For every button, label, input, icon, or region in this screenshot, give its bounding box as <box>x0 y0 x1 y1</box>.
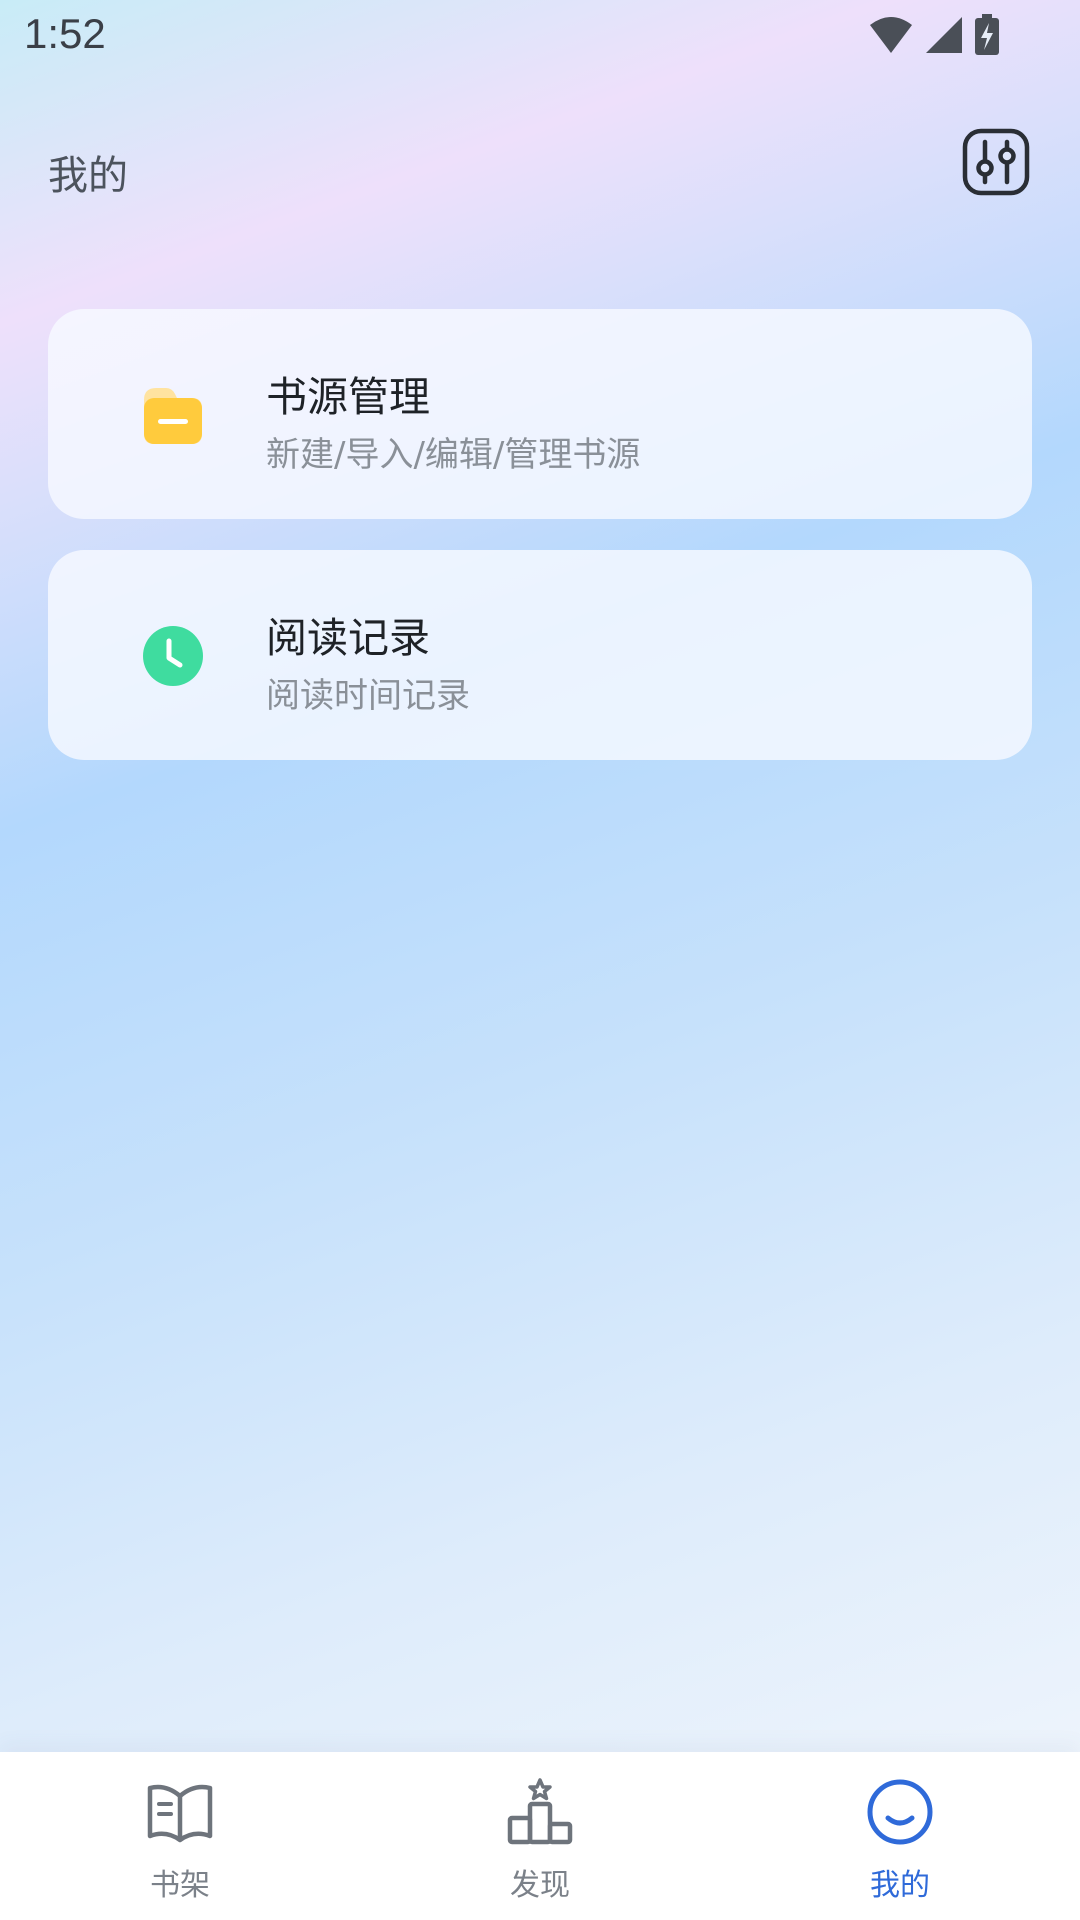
status-time: 1:52 <box>24 10 106 57</box>
folder-icon <box>142 384 204 446</box>
bottom-tab-bar: 书架 发现 我的 <box>0 1752 1080 1920</box>
card-title: 阅读记录 <box>266 614 430 662</box>
tab-label: 发现 <box>510 1868 570 1903</box>
status-bar: 1:52 <box>0 0 1080 74</box>
signal-icon <box>924 15 964 55</box>
tab-label: 书架 <box>150 1868 210 1903</box>
tab-discover[interactable]: 发现 <box>360 1752 720 1920</box>
page-header: 我的 <box>0 110 1080 230</box>
tab-mine[interactable]: 我的 <box>720 1752 1080 1920</box>
card-reading-history[interactable]: 阅读记录 阅读时间记录 <box>48 550 1032 760</box>
page-title: 我的 <box>48 153 128 199</box>
wifi-icon <box>868 15 914 55</box>
card-title: 书源管理 <box>266 373 430 421</box>
book-icon <box>146 1778 214 1846</box>
settings-button[interactable] <box>962 128 1030 196</box>
tab-label: 我的 <box>870 1868 930 1903</box>
battery-charging-icon <box>974 14 1000 56</box>
card-subtitle: 阅读时间记录 <box>266 676 470 716</box>
status-icons <box>868 14 1000 56</box>
sliders-icon <box>962 128 1030 196</box>
smile-icon <box>866 1778 934 1846</box>
card-source-management[interactable]: 书源管理 新建/导入/编辑/管理书源 <box>48 309 1032 519</box>
card-subtitle: 新建/导入/编辑/管理书源 <box>266 435 641 475</box>
podium-star-icon <box>506 1778 574 1846</box>
clock-icon <box>142 625 204 687</box>
tab-bookshelf[interactable]: 书架 <box>0 1752 360 1920</box>
